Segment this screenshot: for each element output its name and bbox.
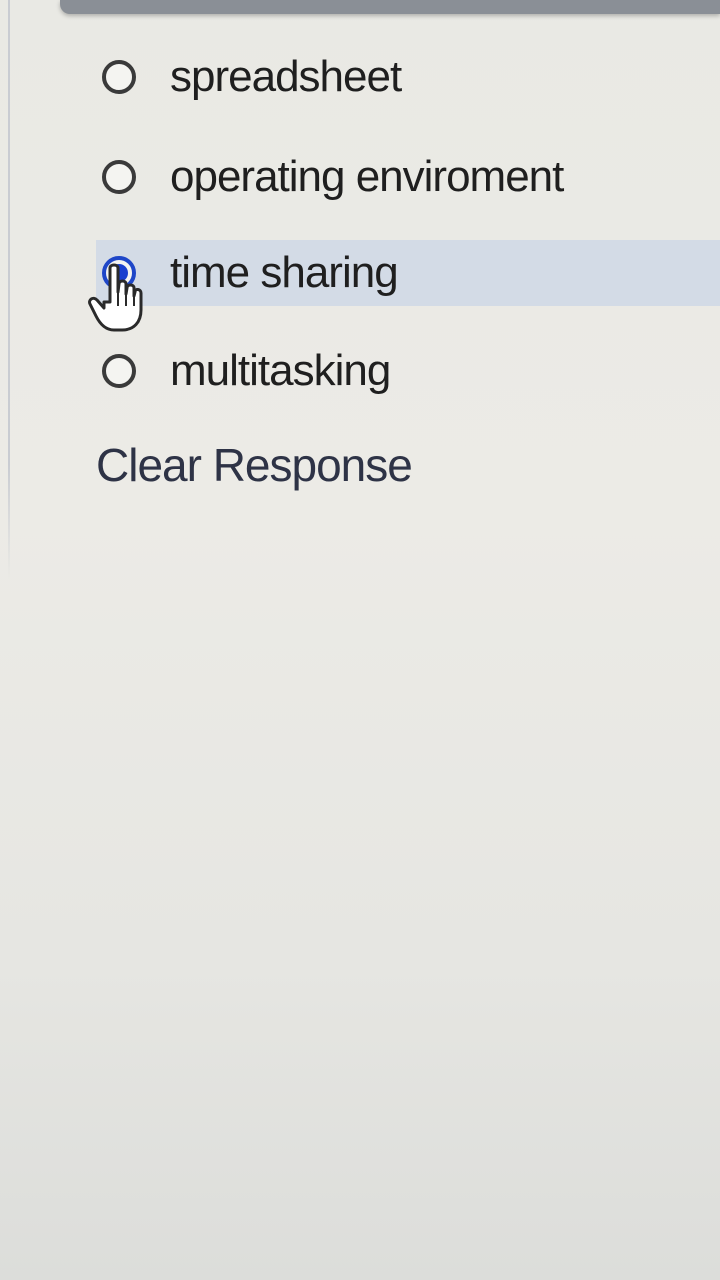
radio-spreadsheet[interactable] xyxy=(102,60,136,94)
option-label: time sharing xyxy=(170,248,399,297)
window-top-edge xyxy=(60,0,720,14)
option-spreadsheet[interactable]: spreadsheet xyxy=(96,44,720,110)
option-operating-enviroment[interactable]: operating enviroment xyxy=(96,144,720,210)
option-label: operating enviroment xyxy=(170,152,564,201)
radio-time-sharing[interactable] xyxy=(102,256,136,290)
clear-response-link[interactable]: Clear Response xyxy=(96,438,413,492)
option-label: multitasking xyxy=(170,346,391,395)
option-multitasking[interactable]: multitasking xyxy=(96,338,720,404)
option-time-sharing[interactable]: time sharing xyxy=(96,240,720,306)
radio-operating-enviroment[interactable] xyxy=(102,160,136,194)
radio-checked-dot xyxy=(110,264,128,282)
radio-multitasking[interactable] xyxy=(102,354,136,388)
left-border xyxy=(8,0,10,580)
option-label: spreadsheet xyxy=(170,52,402,101)
